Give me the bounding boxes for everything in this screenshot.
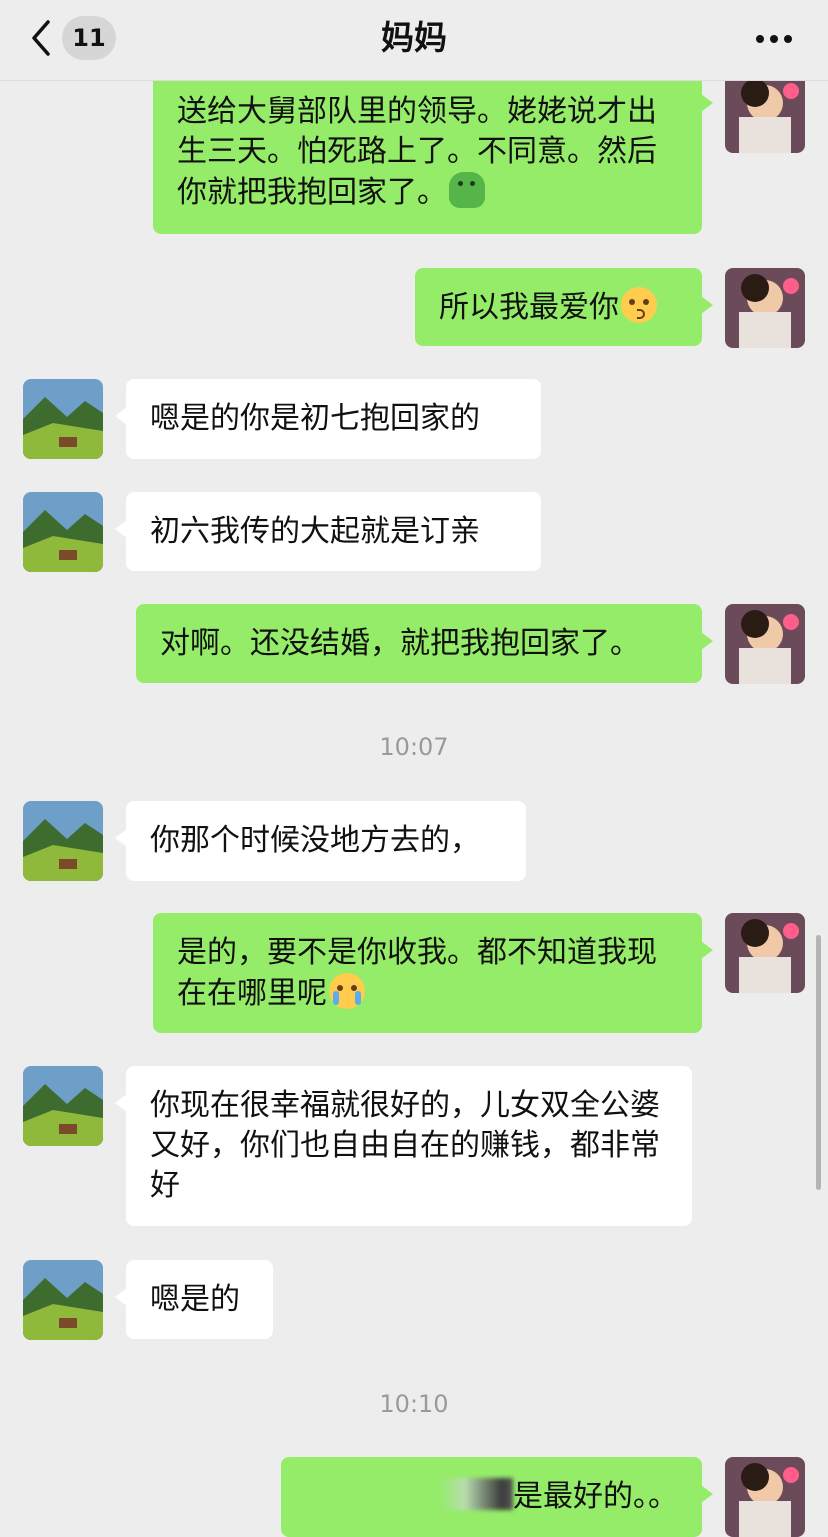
message-text: 对啊。还没结婚，就把我抱回家了。 xyxy=(160,626,640,661)
message-text: 是最好的。。 xyxy=(513,1479,678,1514)
message-bubble-received[interactable]: 嗯是的 xyxy=(115,1260,273,1339)
kissing-face-emoji xyxy=(621,287,657,323)
contact-avatar[interactable] xyxy=(23,1066,103,1146)
message-text: 嗯是的 xyxy=(150,1282,240,1317)
message-bubble-received[interactable]: 初六我传的大起就是订亲 xyxy=(115,492,541,571)
message-bubble-sent[interactable]: 是最好的。。 xyxy=(281,1457,713,1537)
contact-avatar[interactable] xyxy=(23,379,103,459)
message-bubble-sent[interactable]: 是的，要不是你收我。都不知道我现在在哪里呢 xyxy=(153,913,713,1033)
back-button[interactable] xyxy=(26,18,60,58)
message-text: 是的，要不是你收我。都不知道我现在在哪里呢 xyxy=(177,935,657,1011)
message-text: 初六我传的大起就是订亲 xyxy=(150,514,480,549)
my-avatar[interactable] xyxy=(725,73,805,153)
message-bubble-received[interactable]: 你现在很幸福就很好的，儿女双全公婆又好，你们也自由自在的赚钱，都非常好 xyxy=(115,1066,692,1226)
my-avatar[interactable] xyxy=(725,1457,805,1537)
message-text: 所以我最爱你 xyxy=(439,290,619,325)
redacted-text xyxy=(439,1478,513,1510)
message-bubble-sent[interactable]: 所以我最爱你 xyxy=(415,268,713,346)
message-timestamp: 10:07 xyxy=(379,733,449,761)
chat-header: 11 妈妈 xyxy=(0,0,828,81)
scrollbar[interactable] xyxy=(816,935,821,1190)
message-bubble-received[interactable]: 嗯是的你是初七抱回家的 xyxy=(115,379,541,459)
message-text: 你那个时候没地方去的， xyxy=(150,823,480,858)
contact-avatar[interactable] xyxy=(23,1260,103,1340)
message-timestamp: 10:10 xyxy=(379,1390,449,1418)
my-avatar[interactable] xyxy=(725,604,805,684)
chevron-left-icon xyxy=(32,20,50,56)
chat-title: 妈妈 xyxy=(381,18,447,57)
message-bubble-sent[interactable]: 送给大舅部队里的领导。姥姥说才出生三天。怕死路上了。不同意。然后你就把我抱回家了… xyxy=(153,66,713,234)
my-avatar[interactable] xyxy=(725,268,805,348)
message-text: 送给大舅部队里的领导。姥姥说才出生三天。怕死路上了。不同意。然后你就把我抱回家了… xyxy=(177,94,657,210)
green-figure-emoji xyxy=(449,172,485,208)
message-text: 你现在很幸福就很好的，儿女双全公婆又好，你们也自由自在的赚钱，都非常好 xyxy=(150,1088,660,1203)
contact-avatar[interactable] xyxy=(23,492,103,572)
loudly-crying-face-emoji xyxy=(329,973,365,1009)
message-bubble-received[interactable]: 你那个时候没地方去的， xyxy=(115,801,526,881)
more-dots-icon[interactable] xyxy=(748,22,800,56)
my-avatar[interactable] xyxy=(725,913,805,993)
message-text: 嗯是的你是初七抱回家的 xyxy=(150,401,480,436)
unread-count-badge[interactable]: 11 xyxy=(62,16,116,60)
contact-avatar[interactable] xyxy=(23,801,103,881)
message-bubble-sent[interactable]: 对啊。还没结婚，就把我抱回家了。 xyxy=(136,604,713,683)
